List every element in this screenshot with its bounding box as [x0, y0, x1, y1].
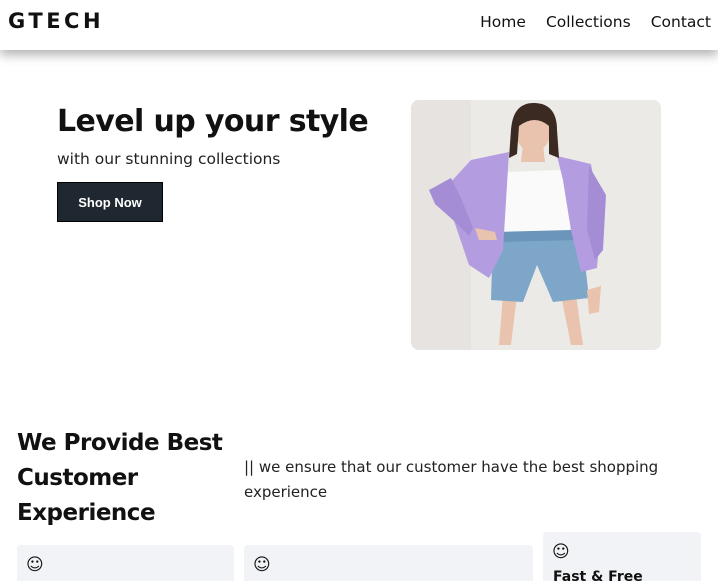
section-title: We Provide Best Customer Experience: [17, 430, 223, 526]
section-description: || we ensure that our customer have the …: [244, 458, 659, 501]
feature-card: ☺: [244, 545, 533, 581]
fashion-model-illustration: [411, 100, 661, 350]
hero-subtitle: with our stunning collections: [57, 150, 281, 168]
nav-links: Home Collections Contact: [480, 13, 711, 31]
brand-logo[interactable]: GTECH: [8, 9, 104, 33]
feature-card-title: Fast & Free: [553, 569, 643, 581]
nav-link-collections[interactable]: Collections: [546, 13, 631, 31]
nav-link-contact[interactable]: Contact: [651, 13, 711, 31]
nav-link-home[interactable]: Home: [480, 13, 526, 31]
feature-card: ☺ Fast & Free: [543, 532, 701, 581]
smile-icon: ☺: [26, 555, 44, 575]
smile-icon: ☺: [552, 542, 570, 562]
hero-title: Level up your style: [57, 104, 369, 139]
feature-card: ☺: [17, 545, 234, 581]
navbar: GTECH Home Collections Contact: [0, 0, 718, 50]
shop-now-button[interactable]: Shop Now: [57, 182, 163, 222]
hero-model-image: [411, 100, 661, 350]
smile-icon: ☺: [253, 555, 271, 575]
